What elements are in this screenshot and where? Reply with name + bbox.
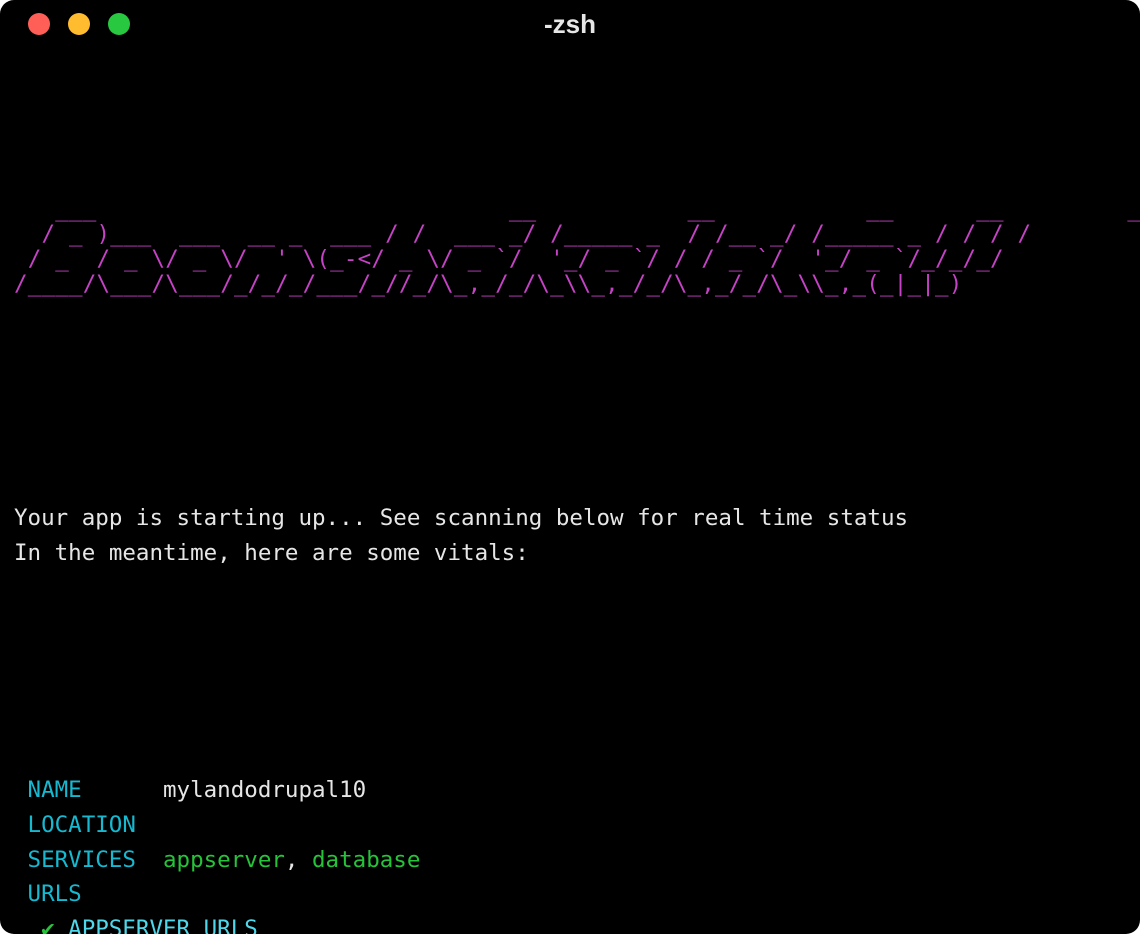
- window-title: -zsh: [0, 9, 1140, 40]
- vitals-name-value: mylandodrupal10: [163, 777, 366, 803]
- startup-message: Your app is starting up... See scanning …: [14, 466, 1126, 606]
- vitals-service-sep: ,: [285, 847, 312, 873]
- ascii-line: ___ __ __ __ __ ______: [14, 196, 1140, 222]
- zoom-window-button[interactable]: [108, 13, 130, 35]
- vitals-service-b: database: [312, 847, 420, 873]
- window-titlebar: -zsh: [0, 0, 1140, 48]
- check-icon: ✔: [41, 916, 55, 934]
- vitals-location-label: LOCATION: [28, 812, 136, 838]
- startup-line-2: In the meantime, here are some vitals:: [14, 540, 529, 566]
- vitals-urls-label: URLS: [28, 881, 82, 907]
- vitals-service-a: appserver: [163, 847, 285, 873]
- ascii-line: / _ / _ \/ _ \/ ' \(_-</ _ \/ _ `/ '_/ _…: [14, 246, 1017, 272]
- ascii-line: / _ )___ ___ __ _ ___ / / ___ _/ /_____ …: [14, 221, 1031, 247]
- appserver-urls-header: APPSERVER URLS: [68, 916, 258, 934]
- ascii-banner: ___ __ __ __ __ ______ / _ )___ ___ __ _…: [14, 173, 1126, 322]
- vitals-services-label: SERVICES: [28, 847, 136, 873]
- minimize-window-button[interactable]: [68, 13, 90, 35]
- terminal-body[interactable]: ___ __ __ __ __ ______ / _ )___ ___ __ _…: [0, 48, 1140, 934]
- ascii-line: /____/\___/\___/_/_/_/___/_//_/\_,_/_/\_…: [14, 271, 990, 297]
- startup-line-1: Your app is starting up... See scanning …: [14, 505, 908, 531]
- terminal-window: -zsh ___ __ __ __ __ ______ / _ )___ ___…: [0, 0, 1140, 934]
- vitals-block: NAME mylandodrupal10 LOCATION SERVICES a…: [14, 738, 1126, 934]
- window-traffic-lights: [0, 13, 130, 35]
- close-window-button[interactable]: [28, 13, 50, 35]
- vitals-name-label: NAME: [28, 777, 82, 803]
